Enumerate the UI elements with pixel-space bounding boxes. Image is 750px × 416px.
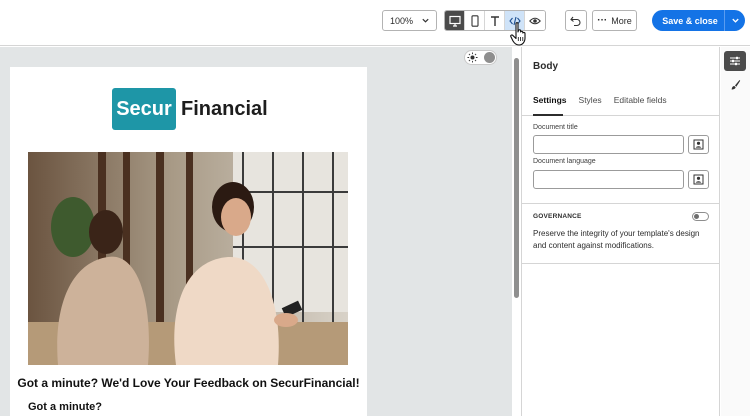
document-title-input[interactable]	[533, 135, 684, 154]
save-close-button[interactable]: Save & close	[652, 10, 745, 31]
more-button[interactable]: ··· More	[592, 10, 637, 31]
tab-styles[interactable]: Styles	[579, 95, 602, 105]
text-icon	[490, 15, 499, 26]
settings-panel-button[interactable]	[724, 51, 746, 71]
email-subhead[interactable]: Got a minute?	[28, 401, 102, 413]
governance-description: Preserve the integrity of your template'…	[533, 229, 700, 250]
hero-photo	[28, 152, 348, 365]
save-options-button[interactable]	[724, 10, 745, 31]
toggle-knob	[484, 52, 495, 63]
sliders-icon	[730, 56, 740, 66]
chevron-down-icon	[422, 18, 429, 23]
logo-mark: Secur	[112, 88, 176, 130]
top-toolbar: 100% ··· More Save & close	[0, 0, 750, 46]
chevron-down-icon	[731, 18, 739, 23]
governance-title: GOVERNANCE	[533, 213, 582, 220]
governance-toggle[interactable]	[692, 212, 709, 221]
personalization-icon	[693, 139, 704, 150]
logo-wordmark: Financial	[181, 97, 268, 120]
zoom-dropdown[interactable]: 100%	[382, 10, 437, 31]
sun-icon	[467, 52, 478, 63]
canvas-theme-toggle[interactable]	[464, 50, 497, 65]
mobile-icon	[470, 14, 479, 27]
section-divider	[522, 263, 720, 264]
document-language-label: Document language	[533, 158, 596, 165]
style-panel-button[interactable]	[724, 75, 746, 95]
active-tab-indicator	[533, 114, 563, 116]
mobile-view-button[interactable]	[465, 11, 485, 30]
hero-image[interactable]	[28, 152, 348, 365]
undo-icon	[570, 16, 581, 26]
right-rail	[721, 47, 750, 416]
section-divider	[522, 203, 720, 204]
document-language-personalize-button[interactable]	[688, 170, 709, 189]
logo[interactable]: Secur Financial	[112, 88, 268, 130]
text-view-button[interactable]	[485, 11, 505, 30]
desktop-view-button[interactable]	[445, 11, 465, 30]
tab-editable-fields[interactable]: Editable fields	[614, 95, 667, 105]
email-headline[interactable]: Got a minute? We'd Love Your Feedback on…	[10, 376, 367, 390]
document-language-input[interactable]	[533, 170, 684, 189]
save-close-label: Save & close	[662, 15, 718, 26]
undo-button[interactable]	[565, 10, 587, 31]
canvas-scrollbar[interactable]	[514, 58, 519, 298]
desktop-icon	[448, 15, 461, 27]
document-title-personalize-button[interactable]	[688, 135, 709, 154]
panel-tabs: Settings Styles Editable fields	[533, 95, 667, 105]
toggle-knob	[694, 214, 699, 219]
hand-cursor-icon	[510, 22, 526, 46]
zoom-value: 100%	[390, 15, 414, 26]
email-body[interactable]: Secur Financial Got a minute? We'd Love …	[10, 67, 367, 416]
panel-title: Body	[533, 61, 558, 72]
personalization-icon	[693, 174, 704, 185]
properties-panel: Body Settings Styles Editable fields Doc…	[521, 47, 720, 416]
document-title-label: Document title	[533, 124, 578, 131]
more-dots-icon: ···	[597, 14, 608, 26]
tab-settings[interactable]: Settings	[533, 95, 567, 105]
more-label: More	[611, 15, 632, 26]
email-canvas: Secur Financial Got a minute? We'd Love …	[0, 47, 512, 416]
brush-icon	[731, 80, 741, 90]
